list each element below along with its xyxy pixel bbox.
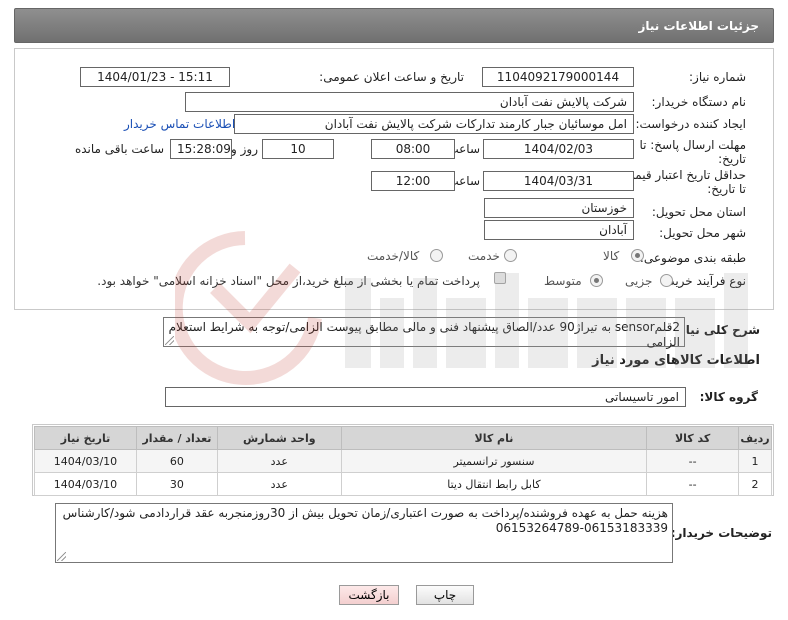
creator-label: ایجاد کننده درخواست: xyxy=(635,117,746,131)
process-minor-radio[interactable] xyxy=(660,274,673,287)
process-medium-label: متوسط xyxy=(544,274,582,288)
need-number-label: شماره نیاز: xyxy=(689,70,746,84)
announce-label: تاریخ و ساعت اعلان عمومی: xyxy=(319,70,464,84)
column-header-quantity: تعداد / مقدار xyxy=(135,426,218,450)
print-button[interactable]: چاپ xyxy=(416,585,474,605)
description-label: شرح کلی نیاز: xyxy=(674,323,760,337)
need-number-field[interactable]: 1104092179000144 xyxy=(482,67,634,87)
table-row[interactable]: 1 -- سنسور ترانسمیتر عدد 60 1404/03/10 xyxy=(34,449,772,473)
column-header-date: تاریخ نیاز xyxy=(34,426,137,450)
buyer-label: نام دستگاه خریدار: xyxy=(651,95,747,109)
goods-table-panel: ردیف کد کالا نام کالا واحد شمارش تعداد /… xyxy=(32,424,774,496)
announce-datetime-field[interactable]: 1404/01/23 - 15:11 xyxy=(80,67,230,87)
cell-unit: عدد xyxy=(216,472,342,496)
table-header-row: ردیف کد کالا نام کالا واحد شمارش تعداد /… xyxy=(34,426,772,450)
cell-date: 1404/03/10 xyxy=(34,449,137,473)
creator-field[interactable]: امل موسائیان جبار کارمند تدارکات شرکت پا… xyxy=(234,114,634,134)
treasury-payment-text: پرداخت تمام یا بخشی از مبلغ خرید،از محل … xyxy=(97,274,480,288)
cell-row-number: 1 xyxy=(738,449,772,473)
days-remaining-field[interactable]: 10 xyxy=(262,139,334,159)
buyer-notes-textarea[interactable]: هزینه حمل به عهده فروشنده/پرداخت به صورت… xyxy=(55,503,673,563)
process-type-label: نوع فرآیند خرید : xyxy=(661,274,746,288)
buyer-field[interactable]: شرکت پالایش نفت آبادان xyxy=(185,92,634,112)
description-textarea[interactable]: 2قلمsensor به تیراژ90 عدد/الصاق پیشنهاد … xyxy=(163,317,685,349)
deadline-date-field[interactable]: 1404/02/03 xyxy=(483,139,634,159)
resize-handle-icon[interactable] xyxy=(165,336,174,345)
category-goods-service-label: کالا/خدمت xyxy=(367,249,420,263)
remaining-time-field[interactable]: 15:28:09 xyxy=(170,139,232,159)
table-row[interactable]: 2 -- کابل رابط انتقال دیتا عدد 30 1404/0… xyxy=(34,472,772,496)
cell-quantity: 30 xyxy=(135,472,218,496)
buyer-notes-label: توضیحات خریدار: xyxy=(670,526,772,540)
cell-code: -- xyxy=(646,449,740,473)
description-text: 2قلمsensor به تیراژ90 عدد/الصاق پیشنهاد … xyxy=(168,320,680,349)
buyer-notes-line1: هزینه حمل به عهده فروشنده/پرداخت به صورت… xyxy=(62,506,668,520)
buyer-contact-link[interactable]: اطلاعات تماس خریدار xyxy=(124,117,235,131)
validity-time-field[interactable]: 12:00 xyxy=(371,171,455,191)
category-service-label: خدمت xyxy=(468,249,500,263)
goods-group-field[interactable]: امور تاسیساتی xyxy=(165,387,686,407)
category-service-radio[interactable] xyxy=(504,249,517,262)
deadline-label-line1: مهلت ارسال پاسخ: تا xyxy=(639,138,746,152)
column-header-row-number: ردیف xyxy=(738,426,772,450)
cell-name: سنسور ترانسمیتر xyxy=(340,449,648,473)
column-header-unit: واحد شمارش xyxy=(216,426,342,450)
resize-handle-icon[interactable] xyxy=(57,552,66,561)
validity-date-field[interactable]: 1404/03/31 xyxy=(483,171,634,191)
buyer-notes-line2: 06153264789-06153183339 xyxy=(495,521,668,535)
category-goods-service-radio[interactable] xyxy=(430,249,443,262)
days-label: روز و xyxy=(231,142,258,156)
column-header-code: کد کالا xyxy=(646,426,740,450)
process-medium-radio[interactable] xyxy=(590,274,603,287)
cell-unit: عدد xyxy=(216,449,342,473)
cell-name: کابل رابط انتقال دیتا xyxy=(340,472,648,496)
column-header-name: نام کالا xyxy=(340,426,648,450)
need-details-page: جزئیات اطلاعات نیاز شماره نیاز: 11040921… xyxy=(0,0,788,620)
category-goods-radio[interactable] xyxy=(631,249,644,262)
min-validity-label-line1: حداقل تاریخ اعتبار قیمت: xyxy=(619,168,746,182)
province-field[interactable]: خوزستان xyxy=(484,198,634,218)
cell-row-number: 2 xyxy=(738,472,772,496)
city-label: شهر محل تحویل: xyxy=(659,226,746,240)
remaining-time-label: ساعت باقی مانده xyxy=(74,142,164,156)
goods-table: ردیف کد کالا نام کالا واحد شمارش تعداد /… xyxy=(34,426,772,496)
category-label: طبقه بندی موضوعی: xyxy=(639,251,746,265)
header-bar: جزئیات اطلاعات نیاز xyxy=(14,8,774,43)
cell-code: -- xyxy=(646,472,740,496)
goods-section-title: اطلاعات کالاهای مورد نیاز xyxy=(592,353,760,368)
page-title: جزئیات اطلاعات نیاز xyxy=(638,19,759,33)
treasury-payment-checkbox[interactable] xyxy=(494,272,506,284)
back-button[interactable]: بازگشت xyxy=(339,585,399,605)
deadline-label-line2: تاریخ: xyxy=(718,152,746,166)
province-label: استان محل تحویل: xyxy=(651,205,746,219)
deadline-time-field[interactable]: 08:00 xyxy=(371,139,455,159)
cell-date: 1404/03/10 xyxy=(34,472,137,496)
cell-quantity: 60 xyxy=(135,449,218,473)
min-validity-label-line2: تا تاریخ: xyxy=(707,182,746,196)
category-goods-label: کالا xyxy=(603,249,620,263)
process-minor-label: جزیی xyxy=(625,274,653,288)
city-field[interactable]: آبادان xyxy=(484,220,634,240)
goods-group-label: گروه کالا: xyxy=(699,390,758,404)
